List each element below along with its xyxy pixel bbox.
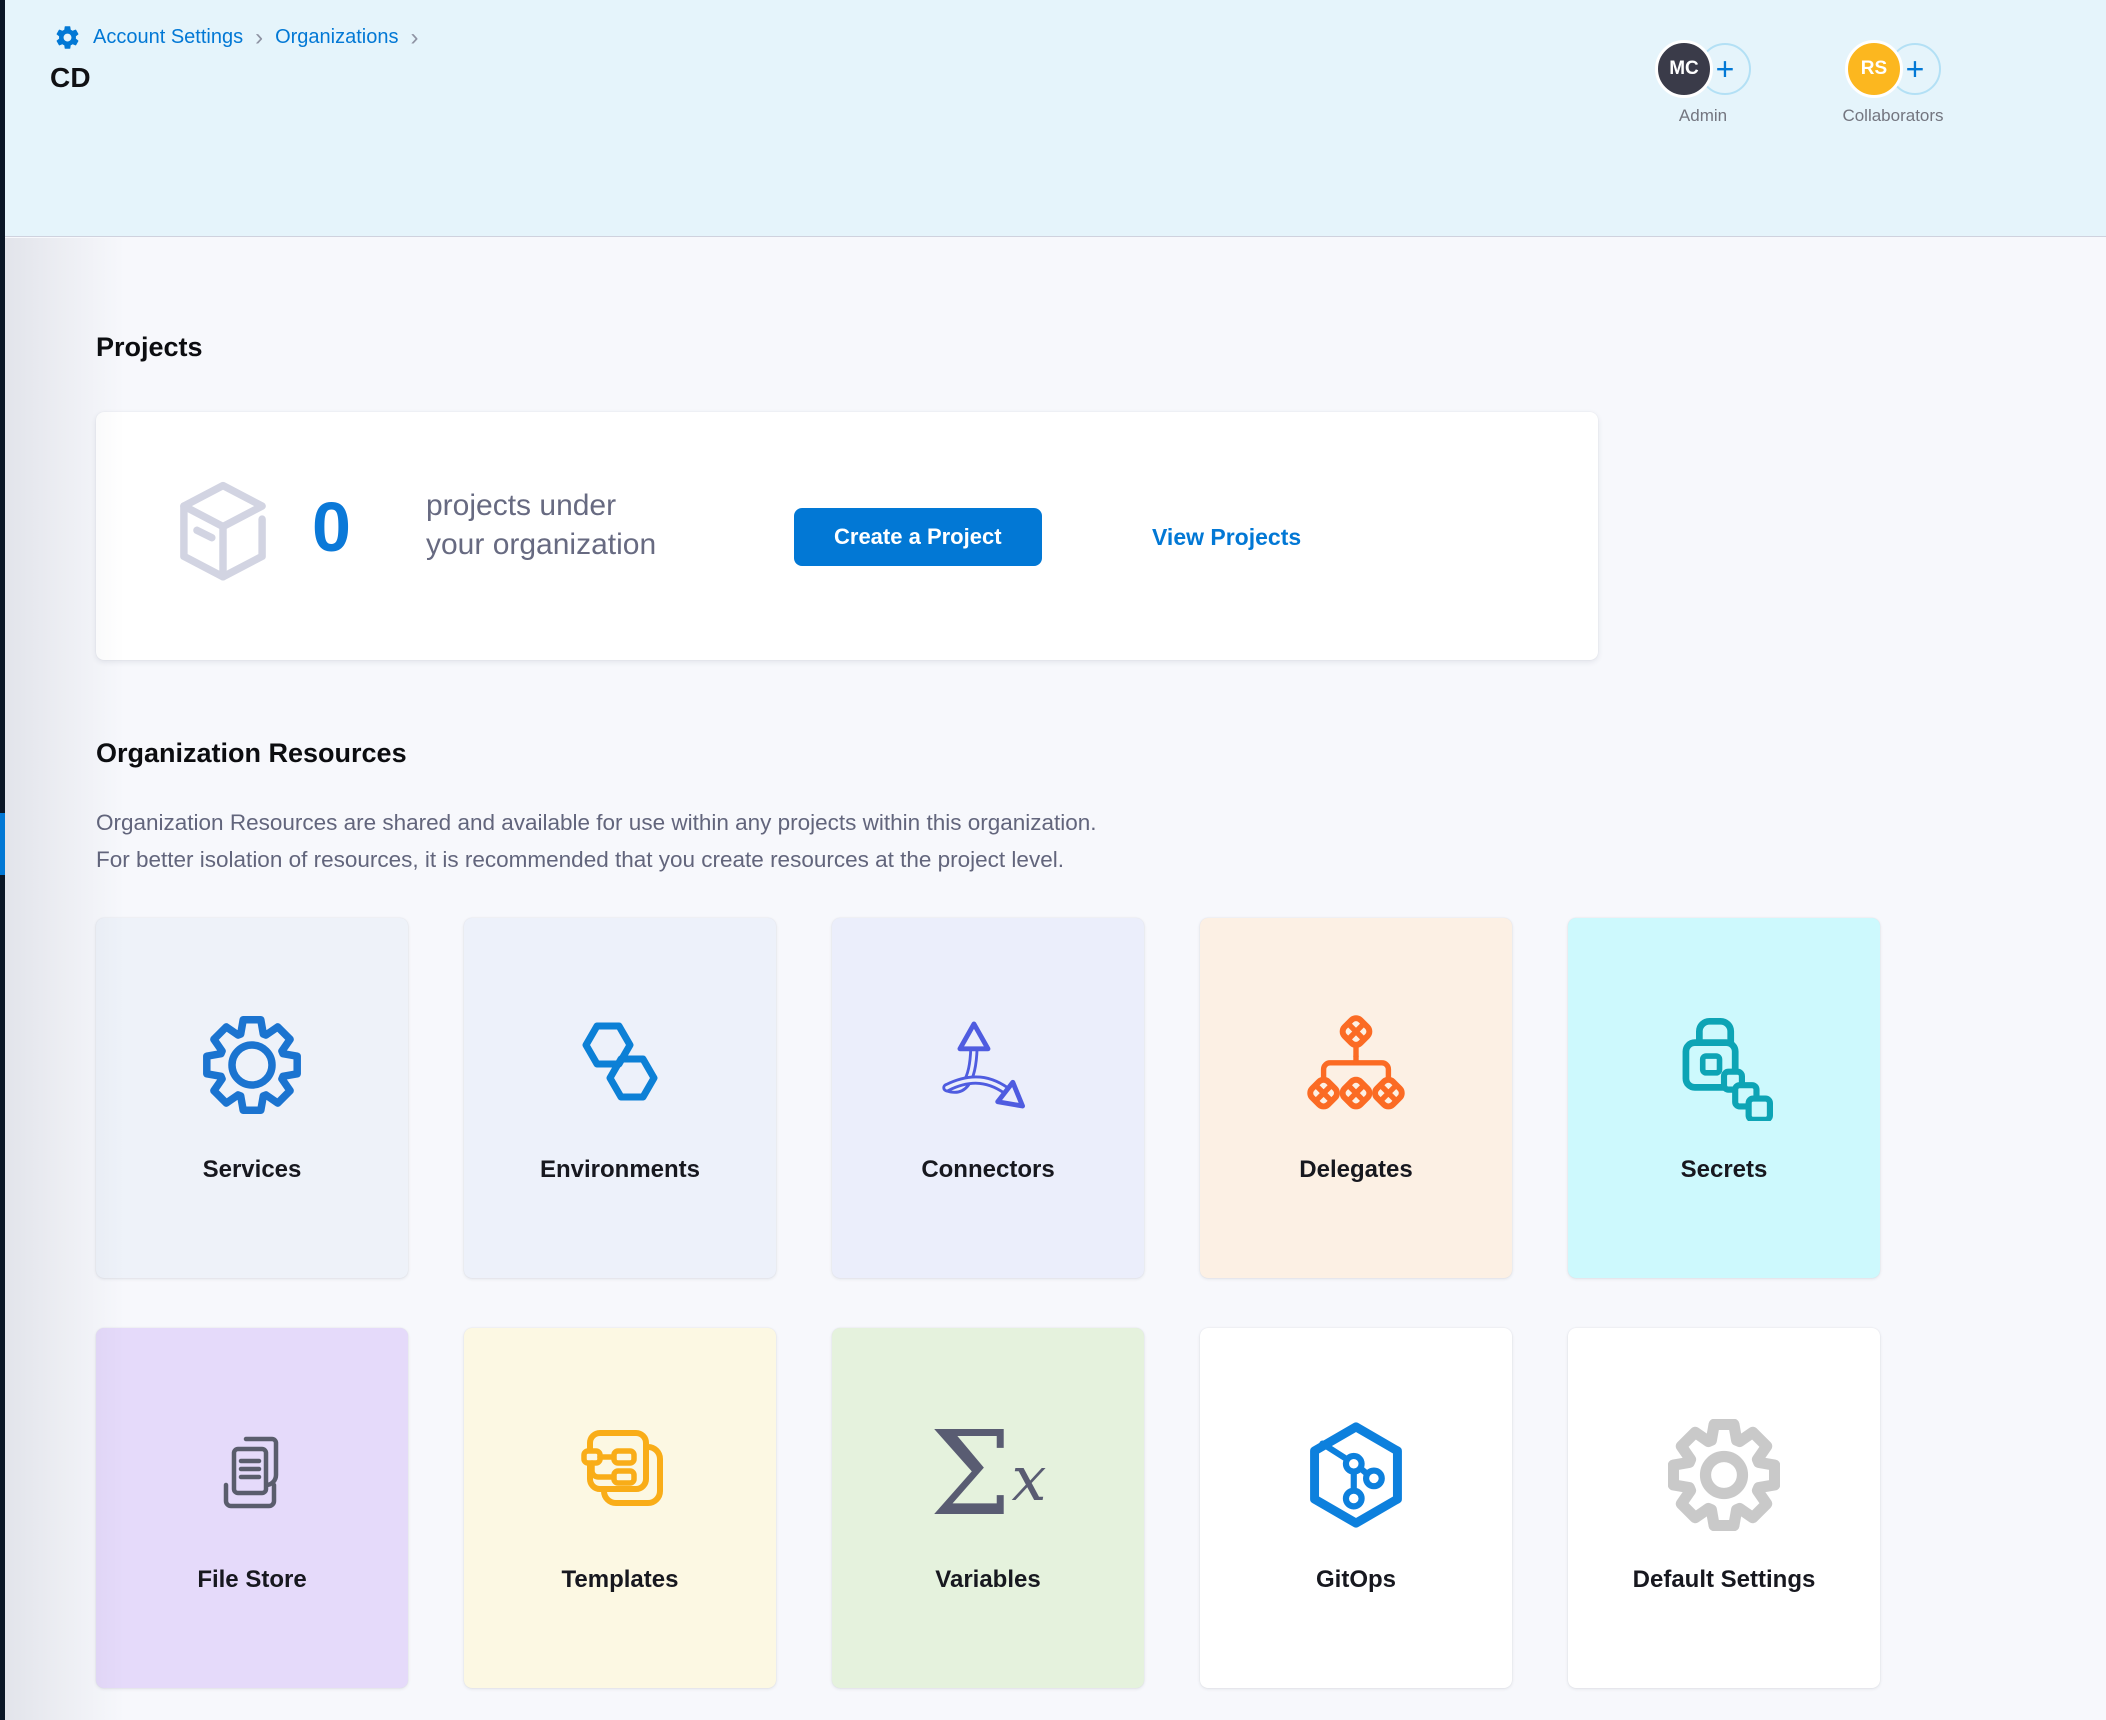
hexagons-icon: [464, 1006, 776, 1124]
resource-card-label: Default Settings: [1568, 1566, 1880, 1594]
resource-card-label: Secrets: [1568, 1156, 1880, 1184]
delegates-tree-icon: [1200, 1006, 1512, 1124]
documents-tray-icon: [96, 1416, 408, 1534]
lock-icon: [1568, 1006, 1880, 1124]
template-stack-icon: [464, 1416, 776, 1534]
breadcrumb-organizations[interactable]: Organizations: [275, 26, 398, 49]
page-title: CD: [50, 62, 91, 94]
resource-card-label: Variables: [832, 1566, 1144, 1594]
admin-avatar[interactable]: MC: [1655, 40, 1713, 98]
page-header: Account Settings › Organizations › CD MC…: [0, 0, 2106, 237]
sigma-icon: Σx: [832, 1416, 1144, 1534]
resource-card-label: GitOps: [1200, 1566, 1512, 1594]
resource-card-label: File Store: [96, 1566, 408, 1594]
breadcrumb: Account Settings › Organizations ›: [54, 24, 419, 51]
projects-heading: Projects: [96, 332, 203, 363]
resource-card-label: Delegates: [1200, 1156, 1512, 1184]
resource-card-environments[interactable]: Environments: [464, 918, 776, 1278]
admin-group: MC + Admin: [1645, 40, 1761, 126]
resource-card-default-settings[interactable]: Default Settings: [1568, 1328, 1880, 1688]
resource-card-label: Services: [96, 1156, 408, 1184]
resource-card-label: Connectors: [832, 1156, 1144, 1184]
org-resources-heading: Organization Resources: [96, 738, 407, 769]
resource-card-file-store[interactable]: File Store: [96, 1328, 408, 1688]
sidebar-active-indicator: [0, 813, 5, 875]
projects-summary-card: 0 projects under your organization Creat…: [96, 412, 1598, 660]
breadcrumb-separator: ›: [255, 28, 263, 48]
resource-card-secrets[interactable]: Secrets: [1568, 918, 1880, 1278]
resource-card-services[interactable]: Services: [96, 918, 408, 1278]
cube-icon: [174, 480, 272, 593]
collapsed-sidebar-edge: [0, 0, 5, 1720]
resource-card-connectors[interactable]: Connectors: [832, 918, 1144, 1278]
resource-card-gitops[interactable]: GitOps: [1200, 1328, 1512, 1688]
view-projects-link[interactable]: View Projects: [1152, 524, 1301, 551]
curved-arrows-icon: [832, 1006, 1144, 1124]
resource-card-delegates[interactable]: Delegates: [1200, 918, 1512, 1278]
resource-card-variables[interactable]: Σx Variables: [832, 1328, 1144, 1688]
project-count-caption: projects under your organization: [426, 486, 656, 564]
collaborators-label: Collaborators: [1842, 106, 1943, 126]
collaborators-group: RS + Collaborators: [1818, 40, 1968, 126]
breadcrumb-separator: ›: [411, 28, 419, 48]
org-resources-description: Organization Resources are shared and av…: [96, 804, 1097, 878]
gear-gray-icon: [1568, 1416, 1880, 1534]
gear-icon: [96, 1006, 408, 1124]
breadcrumb-account-settings[interactable]: Account Settings: [93, 26, 243, 49]
resource-card-label: Templates: [464, 1566, 776, 1594]
create-project-button[interactable]: Create a Project: [794, 508, 1042, 566]
git-hexagon-icon: [1200, 1416, 1512, 1534]
resource-card-label: Environments: [464, 1156, 776, 1184]
collaborator-avatar[interactable]: RS: [1845, 40, 1903, 98]
resource-card-templates[interactable]: Templates: [464, 1328, 776, 1688]
resource-grid: Services Environments Connectors: [96, 918, 1880, 1688]
settings-gear-icon: [54, 24, 81, 51]
admin-label: Admin: [1679, 106, 1727, 126]
project-count: 0: [312, 492, 351, 562]
